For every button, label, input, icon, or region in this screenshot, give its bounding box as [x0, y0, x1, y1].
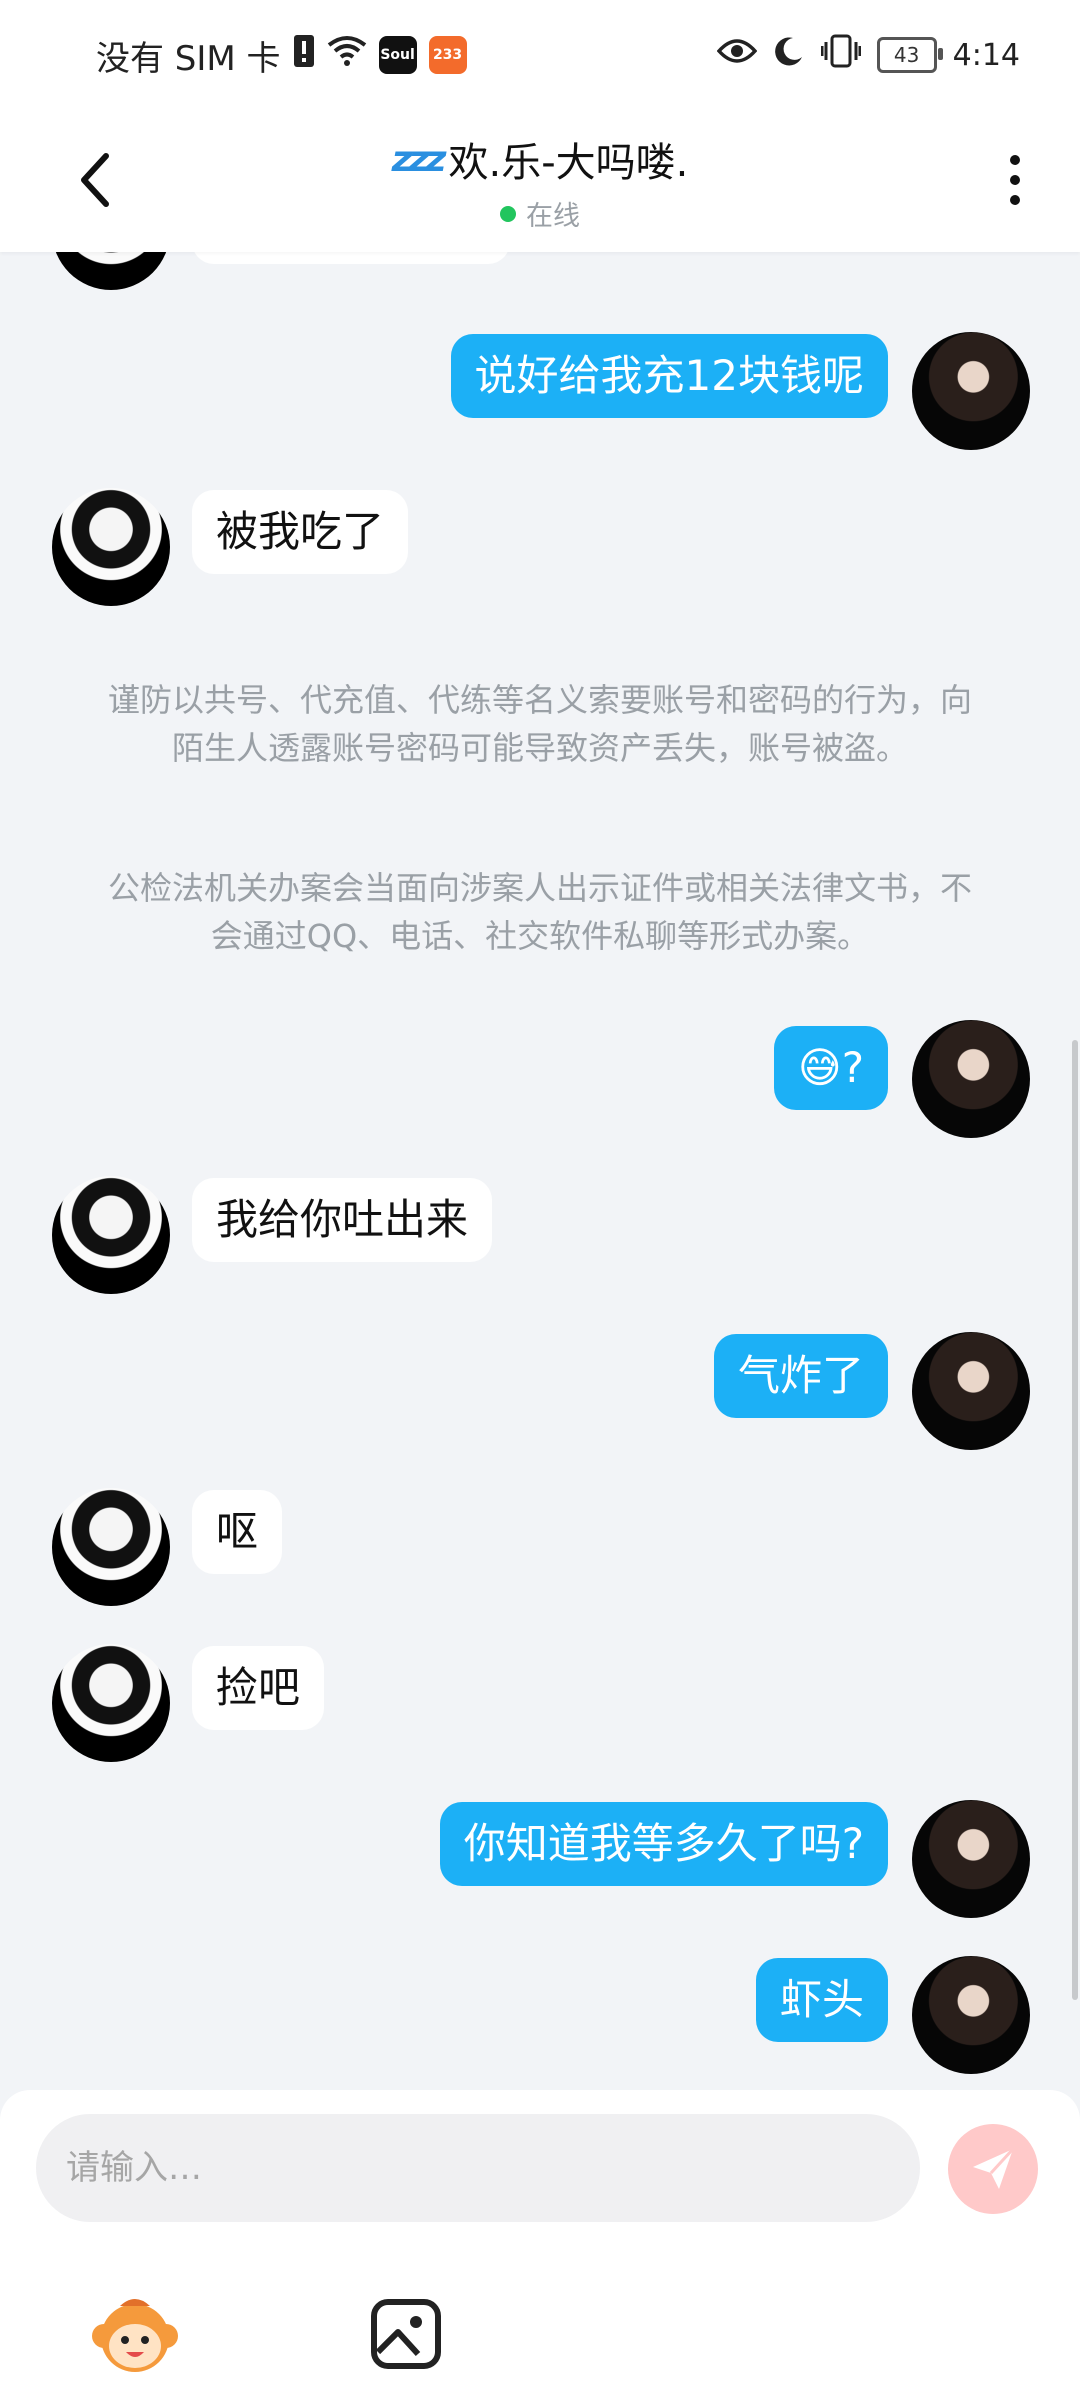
vibrate-icon [820, 34, 862, 76]
message-bubble-in[interactable]: 捡吧 [192, 1646, 325, 1730]
status-bar: 没有 SIM 卡 Soul 233 43 4:14 [0, 0, 1080, 110]
contact-avatar[interactable] [52, 1176, 170, 1294]
mascot-icon [92, 2299, 178, 2372]
battery-indicator: 43 [876, 37, 943, 73]
contact-avatar[interactable] [52, 1644, 170, 1762]
more-dot [1010, 195, 1020, 205]
soul-app-icon: Soul [378, 36, 417, 74]
send-button[interactable] [948, 2124, 1038, 2214]
my-avatar[interactable] [912, 1800, 1030, 1918]
message-bubble-out[interactable]: 你知道我等多久了吗? [439, 1802, 888, 1886]
online-status: 在线 [0, 194, 1080, 233]
message-input[interactable] [36, 2114, 920, 2222]
more-dot [1010, 155, 1020, 165]
status-left: 没有 SIM 卡 Soul 233 [96, 30, 467, 80]
more-dot [1010, 175, 1020, 185]
security-notice: 谨防以共号、代充值、代练等名义索要账号和密码的行为，向陌生人透露账号密码可能导致… [107, 681, 972, 767]
message-bubble-partial [192, 252, 510, 264]
message-bubble-out[interactable]: 说好给我充12块钱呢 [450, 334, 888, 418]
more-button[interactable] [990, 145, 1040, 215]
my-avatar[interactable] [912, 332, 1030, 450]
mascot-button[interactable] [90, 2290, 180, 2380]
sim-alert-icon [293, 34, 315, 77]
message-bubble-out[interactable]: 😅? [773, 1026, 888, 1110]
message-bubble-in[interactable]: 呕 [192, 1490, 283, 1574]
scrollbar[interactable] [1072, 1040, 1078, 2000]
image-icon [371, 2299, 441, 2369]
security-notice: 公检法机关办案会当面向涉案人出示证件或相关法律文书，不会通过QQ、电话、社交软件… [107, 869, 972, 955]
contact-avatar[interactable] [52, 488, 170, 606]
app-233-icon: 233 [428, 36, 467, 74]
eye-icon [716, 37, 757, 73]
my-avatar[interactable] [912, 1956, 1030, 2074]
zzz-icon: zzz [391, 138, 447, 180]
status-right: 43 4:14 [716, 30, 1020, 80]
contact-avatar[interactable] [52, 1488, 170, 1606]
chat-list[interactable]: 说好给我充12块钱呢 被我吃了 谨防以共号、代充值、代练等名义索要账号和密码的行… [0, 252, 1080, 2090]
online-status-text: 在线 [526, 201, 580, 232]
carrier-text: 没有 SIM 卡 [96, 38, 281, 79]
message-bubble-in[interactable]: 被我吃了 [192, 490, 409, 574]
clock: 4:14 [952, 37, 1020, 73]
online-dot [500, 205, 516, 222]
message-bubble-out[interactable]: 虾头 [755, 1958, 888, 2042]
send-icon [973, 2147, 1015, 2189]
wifi-icon [327, 35, 367, 76]
title-wrap: zzz 欢.乐-大吗喽. 在线 [0, 130, 1080, 233]
chat-title[interactable]: zzz 欢.乐-大吗喽. [392, 130, 689, 188]
contact-avatar[interactable] [52, 252, 170, 290]
my-avatar[interactable] [912, 1020, 1030, 1138]
moon-icon [773, 35, 805, 75]
message-bubble-out[interactable]: 气炸了 [713, 1334, 888, 1418]
chat-header: zzz 欢.乐-大吗喽. 在线 [0, 110, 1080, 252]
contact-name: 欢.乐-大吗喽. [448, 140, 689, 186]
message-bubble-in[interactable]: 我给你吐出来 [192, 1178, 493, 1262]
my-avatar[interactable] [912, 1332, 1030, 1450]
input-bar [0, 2090, 1080, 2400]
image-button[interactable] [368, 2296, 444, 2372]
